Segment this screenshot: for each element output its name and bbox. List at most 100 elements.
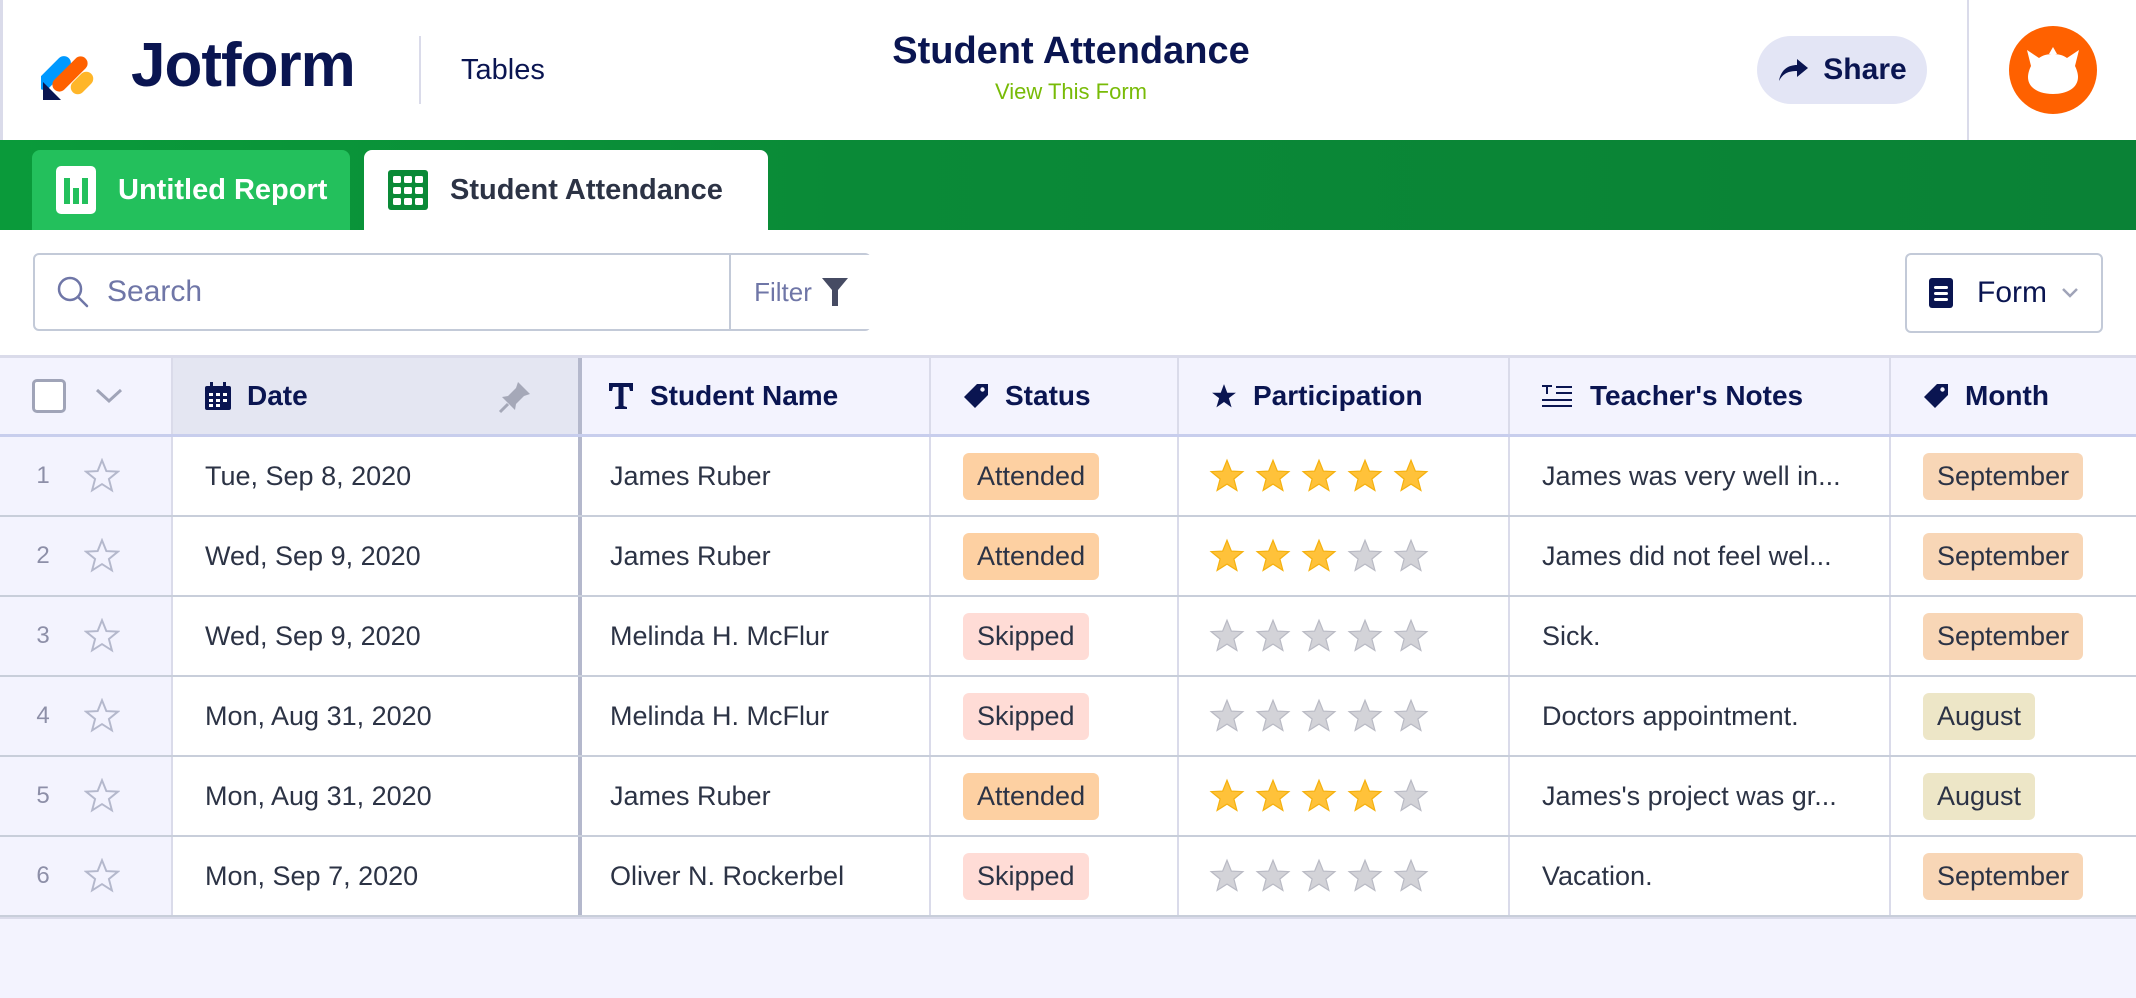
star-filled-icon[interactable]	[1301, 778, 1337, 814]
star-filled-icon[interactable]	[1209, 458, 1245, 494]
favorite-star-icon[interactable]	[84, 858, 120, 894]
cell-date[interactable]: Wed, Sep 9, 2020	[173, 517, 582, 595]
cell-status[interactable]: Skipped	[931, 677, 1179, 755]
star-empty-icon[interactable]	[1301, 618, 1337, 654]
star-empty-icon[interactable]	[1209, 618, 1245, 654]
table-row[interactable]: 5 Mon, Aug 31, 2020 James Ruber Attended…	[0, 757, 2136, 837]
star-empty-icon[interactable]	[1255, 698, 1291, 734]
star-empty-icon[interactable]	[1255, 618, 1291, 654]
star-empty-icon[interactable]	[1209, 698, 1245, 734]
column-header-teachers-notes[interactable]: Teacher's Notes	[1510, 358, 1891, 434]
cell-date[interactable]: Mon, Sep 7, 2020	[173, 837, 582, 915]
cell-participation[interactable]	[1179, 837, 1510, 915]
cell-month[interactable]: August	[1891, 757, 2136, 835]
cell-student-name[interactable]: Oliver N. Rockerbel	[582, 837, 931, 915]
favorite-star-icon[interactable]	[84, 778, 120, 814]
cell-participation[interactable]	[1179, 437, 1510, 515]
star-empty-icon[interactable]	[1393, 778, 1429, 814]
star-filled-icon[interactable]	[1255, 458, 1291, 494]
cell-participation[interactable]	[1179, 757, 1510, 835]
star-empty-icon[interactable]	[1347, 538, 1383, 574]
select-all-checkbox[interactable]	[32, 379, 66, 413]
column-label: Participation	[1253, 380, 1423, 411]
table-row[interactable]: 4 Mon, Aug 31, 2020 Melinda H. McFlur Sk…	[0, 677, 2136, 757]
cell-status[interactable]: Attended	[931, 757, 1179, 835]
cell-teachers-notes[interactable]: James's project was gr...	[1510, 757, 1891, 835]
table-row[interactable]: 1 Tue, Sep 8, 2020 James Ruber Attended …	[0, 437, 2136, 517]
cell-student-name[interactable]: Melinda H. McFlur	[582, 677, 931, 755]
column-header-participation[interactable]: Participation	[1179, 358, 1510, 434]
star-empty-icon[interactable]	[1393, 618, 1429, 654]
tab-untitled-report[interactable]: Untitled Report	[32, 150, 350, 230]
star-empty-icon[interactable]	[1393, 698, 1429, 734]
table-row[interactable]: 3 Wed, Sep 9, 2020 Melinda H. McFlur Ski…	[0, 597, 2136, 677]
favorite-star-icon[interactable]	[84, 618, 120, 654]
calendar-icon	[205, 382, 231, 410]
favorite-star-icon[interactable]	[84, 538, 120, 574]
cell-teachers-notes[interactable]: James did not feel wel...	[1510, 517, 1891, 595]
month-badge: August	[1923, 772, 2036, 820]
cell-status[interactable]: Attended	[931, 437, 1179, 515]
star-filled-icon[interactable]	[1301, 458, 1337, 494]
star-filled-icon[interactable]	[1255, 538, 1291, 574]
cell-month[interactable]: September	[1891, 437, 2136, 515]
favorite-star-icon[interactable]	[84, 698, 120, 734]
cell-date[interactable]: Mon, Aug 31, 2020	[173, 677, 582, 755]
star-filled-icon[interactable]	[1209, 778, 1245, 814]
cell-date[interactable]: Mon, Aug 31, 2020	[173, 757, 582, 835]
view-selector-dropdown[interactable]: Form	[1905, 253, 2103, 333]
search-input[interactable]	[107, 275, 707, 309]
rating-stars	[1209, 698, 1429, 734]
star-empty-icon[interactable]	[1347, 698, 1383, 734]
pin-icon[interactable]	[498, 380, 532, 414]
cell-student-name[interactable]: Melinda H. McFlur	[582, 597, 931, 675]
cell-month[interactable]: September	[1891, 517, 2136, 595]
star-empty-icon[interactable]	[1209, 858, 1245, 894]
column-header-month[interactable]: Month	[1891, 358, 2136, 434]
star-filled-icon[interactable]	[1301, 538, 1337, 574]
star-filled-icon[interactable]	[1393, 458, 1429, 494]
cell-date[interactable]: Tue, Sep 8, 2020	[173, 437, 582, 515]
cell-date[interactable]: Wed, Sep 9, 2020	[173, 597, 582, 675]
user-avatar[interactable]	[2009, 26, 2097, 114]
favorite-star-icon[interactable]	[84, 458, 120, 494]
cell-status[interactable]: Skipped	[931, 597, 1179, 675]
share-button[interactable]: Share	[1757, 36, 1927, 104]
view-form-link[interactable]: View This Form	[995, 79, 1147, 105]
star-empty-icon[interactable]	[1347, 858, 1383, 894]
star-empty-icon[interactable]	[1347, 618, 1383, 654]
chevron-down-icon[interactable]	[94, 387, 124, 405]
cell-month[interactable]: August	[1891, 677, 2136, 755]
star-empty-icon[interactable]	[1255, 858, 1291, 894]
column-header-date[interactable]: Date	[173, 358, 582, 434]
cell-status[interactable]: Skipped	[931, 837, 1179, 915]
cell-status[interactable]: Attended	[931, 517, 1179, 595]
cell-student-name[interactable]: James Ruber	[582, 517, 931, 595]
cell-participation[interactable]	[1179, 677, 1510, 755]
star-filled-icon[interactable]	[1347, 778, 1383, 814]
star-empty-icon[interactable]	[1301, 698, 1337, 734]
star-filled-icon[interactable]	[1347, 458, 1383, 494]
table-row[interactable]: 2 Wed, Sep 9, 2020 James Ruber Attended …	[0, 517, 2136, 597]
tab-student-attendance[interactable]: Student Attendance	[364, 150, 768, 230]
star-empty-icon[interactable]	[1393, 538, 1429, 574]
cell-month[interactable]: September	[1891, 597, 2136, 675]
star-filled-icon[interactable]	[1209, 538, 1245, 574]
filter-button[interactable]: Filter	[729, 255, 871, 329]
table-row[interactable]: 6 Mon, Sep 7, 2020 Oliver N. Rockerbel S…	[0, 837, 2136, 917]
cell-month[interactable]: September	[1891, 837, 2136, 915]
column-header-status[interactable]: Status	[931, 358, 1179, 434]
cell-participation[interactable]	[1179, 517, 1510, 595]
podo-cat-icon	[2027, 47, 2079, 94]
cell-teachers-notes[interactable]: Vacation.	[1510, 837, 1891, 915]
cell-student-name[interactable]: James Ruber	[582, 437, 931, 515]
star-empty-icon[interactable]	[1301, 858, 1337, 894]
star-empty-icon[interactable]	[1393, 858, 1429, 894]
cell-teachers-notes[interactable]: Doctors appointment.	[1510, 677, 1891, 755]
cell-participation[interactable]	[1179, 597, 1510, 675]
column-header-student-name[interactable]: Student Name	[582, 358, 931, 434]
star-filled-icon[interactable]	[1255, 778, 1291, 814]
cell-teachers-notes[interactable]: James was very well in...	[1510, 437, 1891, 515]
cell-student-name[interactable]: James Ruber	[582, 757, 931, 835]
cell-teachers-notes[interactable]: Sick.	[1510, 597, 1891, 675]
